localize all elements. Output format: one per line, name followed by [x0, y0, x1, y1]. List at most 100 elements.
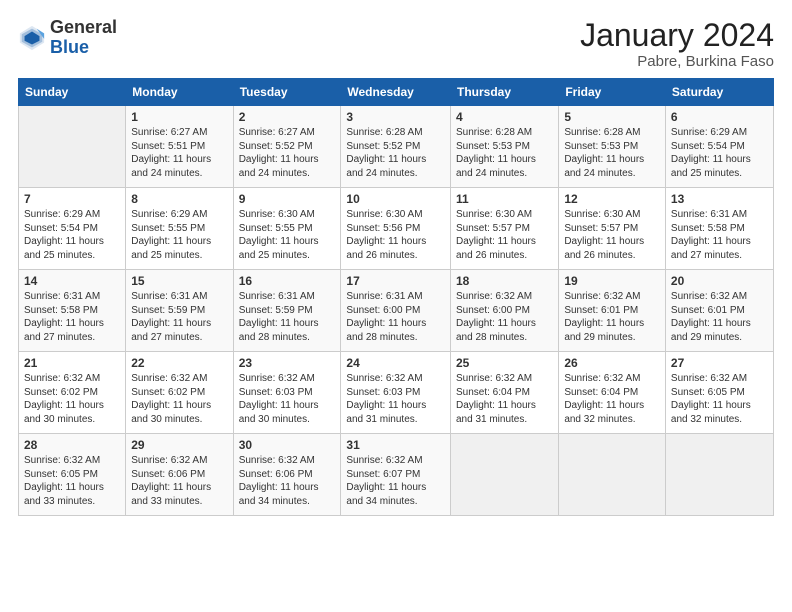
calendar-cell: 22Sunrise: 6:32 AMSunset: 6:02 PMDayligh…	[126, 352, 233, 434]
calendar-cell: 5 Sunrise: 6:28 AMSunset: 5:53 PMDaylight…	[559, 106, 666, 188]
header: General Blue January 2024 Pabre, Burkina…	[18, 18, 774, 70]
calendar-cell: 21 Sunrise: 6:32 AMSunset: 6:02 PMDayligh…	[19, 352, 126, 434]
calendar-cell: 1 Sunrise: 6:27 AMSunset: 5:51 PMDaylight…	[126, 106, 233, 188]
calendar-cell: 18 Sunrise: 6:32 AMSunset: 6:00 PMDayligh…	[450, 270, 558, 352]
calendar-cell: 9Sunrise: 6:30 AMSunset: 5:55 PMDaylight…	[233, 188, 341, 270]
logo: General Blue	[18, 18, 117, 58]
day-info: Sunrise: 6:27 AMSunset: 5:51 PMDaylight:…	[131, 126, 227, 180]
day-info: Sunrise: 6:31 AMSunset: 5:59 PMDaylight:…	[239, 290, 336, 344]
day-info: Sunrise: 6:31 AMSunset: 5:59 PMDaylight:…	[131, 290, 227, 344]
calendar-cell: 6 Sunrise: 6:29 AMSunset: 5:54 PMDaylight…	[665, 106, 773, 188]
calendar-cell: 14 Sunrise: 6:31 AMSunset: 5:58 PMDayligh…	[19, 270, 126, 352]
day-number: 31	[346, 438, 445, 452]
page: General Blue January 2024 Pabre, Burkina…	[0, 0, 792, 526]
day-number: 19	[564, 274, 660, 288]
day-number: 15	[131, 274, 227, 288]
calendar-cell: 10 Sunrise: 6:30 AMSunset: 5:56 PMDayligh…	[341, 188, 451, 270]
day-number: 30	[239, 438, 336, 452]
calendar-cell: 27 Sunrise: 6:32 AMSunset: 6:05 PMDayligh…	[665, 352, 773, 434]
header-day-saturday: Saturday	[665, 79, 773, 106]
day-info: Sunrise: 6:31 AMSunset: 6:00 PMDaylight:…	[346, 290, 445, 344]
calendar-title: January 2024	[580, 18, 774, 53]
logo-general-text: General	[50, 17, 117, 37]
calendar-cell: 16 Sunrise: 6:31 AMSunset: 5:59 PMDayligh…	[233, 270, 341, 352]
calendar-cell: 2 Sunrise: 6:27 AMSunset: 5:52 PMDaylight…	[233, 106, 341, 188]
day-info: Sunrise: 6:29 AMSunset: 5:54 PMDaylight:…	[671, 126, 768, 180]
day-info: Sunrise: 6:32 AMSunset: 6:02 PMDaylight:…	[24, 372, 120, 426]
day-number: 24	[346, 356, 445, 370]
day-number: 27	[671, 356, 768, 370]
calendar-cell: 25 Sunrise: 6:32 AMSunset: 6:04 PMDayligh…	[450, 352, 558, 434]
day-info: Sunrise: 6:32 AMSunset: 6:03 PMDaylight:…	[346, 372, 445, 426]
calendar-cell: 30 Sunrise: 6:32 AMSunset: 6:06 PMDayligh…	[233, 434, 341, 516]
logo-text: General Blue	[50, 18, 117, 58]
header-day-wednesday: Wednesday	[341, 79, 451, 106]
day-number: 7	[24, 192, 120, 206]
day-number: 14	[24, 274, 120, 288]
day-number: 6	[671, 110, 768, 124]
day-number: 10	[346, 192, 445, 206]
calendar-header-row: SundayMondayTuesdayWednesdayThursdayFrid…	[19, 79, 774, 106]
calendar-table: SundayMondayTuesdayWednesdayThursdayFrid…	[18, 78, 774, 516]
calendar-cell: 3Sunrise: 6:28 AMSunset: 5:52 PMDaylight…	[341, 106, 451, 188]
day-info: Sunrise: 6:32 AMSunset: 6:01 PMDaylight:…	[671, 290, 768, 344]
header-day-sunday: Sunday	[19, 79, 126, 106]
day-info: Sunrise: 6:28 AMSunset: 5:53 PMDaylight:…	[564, 126, 660, 180]
header-day-thursday: Thursday	[450, 79, 558, 106]
day-info: Sunrise: 6:31 AMSunset: 5:58 PMDaylight:…	[24, 290, 120, 344]
day-info: Sunrise: 6:31 AMSunset: 5:58 PMDaylight:…	[671, 208, 768, 262]
day-info: Sunrise: 6:32 AMSunset: 6:06 PMDaylight:…	[239, 454, 336, 508]
calendar-cell	[665, 434, 773, 516]
calendar-week-4: 21 Sunrise: 6:32 AMSunset: 6:02 PMDayligh…	[19, 352, 774, 434]
calendar-cell: 4 Sunrise: 6:28 AMSunset: 5:53 PMDaylight…	[450, 106, 558, 188]
day-info: Sunrise: 6:32 AMSunset: 6:00 PMDaylight:…	[456, 290, 553, 344]
day-number: 5	[564, 110, 660, 124]
title-block: January 2024 Pabre, Burkina Faso	[580, 18, 774, 70]
calendar-cell: 19 Sunrise: 6:32 AMSunset: 6:01 PMDayligh…	[559, 270, 666, 352]
calendar-cell: 29 Sunrise: 6:32 AMSunset: 6:06 PMDayligh…	[126, 434, 233, 516]
calendar-cell: 13Sunrise: 6:31 AMSunset: 5:58 PMDayligh…	[665, 188, 773, 270]
day-info: Sunrise: 6:32 AMSunset: 6:04 PMDaylight:…	[564, 372, 660, 426]
header-day-monday: Monday	[126, 79, 233, 106]
day-number: 11	[456, 192, 553, 206]
calendar-cell: 24 Sunrise: 6:32 AMSunset: 6:03 PMDayligh…	[341, 352, 451, 434]
day-number: 22	[131, 356, 227, 370]
day-number: 29	[131, 438, 227, 452]
calendar-cell: 31Sunrise: 6:32 AMSunset: 6:07 PMDayligh…	[341, 434, 451, 516]
day-number: 18	[456, 274, 553, 288]
calendar-cell: 20 Sunrise: 6:32 AMSunset: 6:01 PMDayligh…	[665, 270, 773, 352]
day-number: 2	[239, 110, 336, 124]
day-info: Sunrise: 6:32 AMSunset: 6:01 PMDaylight:…	[564, 290, 660, 344]
day-number: 12	[564, 192, 660, 206]
logo-blue-text: Blue	[50, 37, 89, 57]
calendar-week-2: 7 Sunrise: 6:29 AMSunset: 5:54 PMDaylight…	[19, 188, 774, 270]
day-number: 21	[24, 356, 120, 370]
day-info: Sunrise: 6:32 AMSunset: 6:04 PMDaylight:…	[456, 372, 553, 426]
day-info: Sunrise: 6:30 AMSunset: 5:56 PMDaylight:…	[346, 208, 445, 262]
day-number: 4	[456, 110, 553, 124]
day-number: 1	[131, 110, 227, 124]
calendar-cell	[450, 434, 558, 516]
day-info: Sunrise: 6:32 AMSunset: 6:05 PMDaylight:…	[671, 372, 768, 426]
day-info: Sunrise: 6:32 AMSunset: 6:05 PMDaylight:…	[24, 454, 120, 508]
calendar-week-1: 1 Sunrise: 6:27 AMSunset: 5:51 PMDaylight…	[19, 106, 774, 188]
day-number: 16	[239, 274, 336, 288]
day-number: 20	[671, 274, 768, 288]
day-info: Sunrise: 6:28 AMSunset: 5:53 PMDaylight:…	[456, 126, 553, 180]
calendar-cell: 11Sunrise: 6:30 AMSunset: 5:57 PMDayligh…	[450, 188, 558, 270]
calendar-subtitle: Pabre, Burkina Faso	[580, 53, 774, 70]
calendar-cell: 12 Sunrise: 6:30 AMSunset: 5:57 PMDayligh…	[559, 188, 666, 270]
logo-icon	[18, 24, 46, 52]
day-number: 9	[239, 192, 336, 206]
calendar-cell: 26 Sunrise: 6:32 AMSunset: 6:04 PMDayligh…	[559, 352, 666, 434]
day-number: 8	[131, 192, 227, 206]
day-info: Sunrise: 6:27 AMSunset: 5:52 PMDaylight:…	[239, 126, 336, 180]
calendar-week-5: 28Sunrise: 6:32 AMSunset: 6:05 PMDayligh…	[19, 434, 774, 516]
day-info: Sunrise: 6:30 AMSunset: 5:57 PMDaylight:…	[564, 208, 660, 262]
calendar-cell: 23Sunrise: 6:32 AMSunset: 6:03 PMDayligh…	[233, 352, 341, 434]
day-info: Sunrise: 6:29 AMSunset: 5:54 PMDaylight:…	[24, 208, 120, 262]
day-number: 3	[346, 110, 445, 124]
day-number: 25	[456, 356, 553, 370]
day-number: 26	[564, 356, 660, 370]
day-info: Sunrise: 6:32 AMSunset: 6:06 PMDaylight:…	[131, 454, 227, 508]
